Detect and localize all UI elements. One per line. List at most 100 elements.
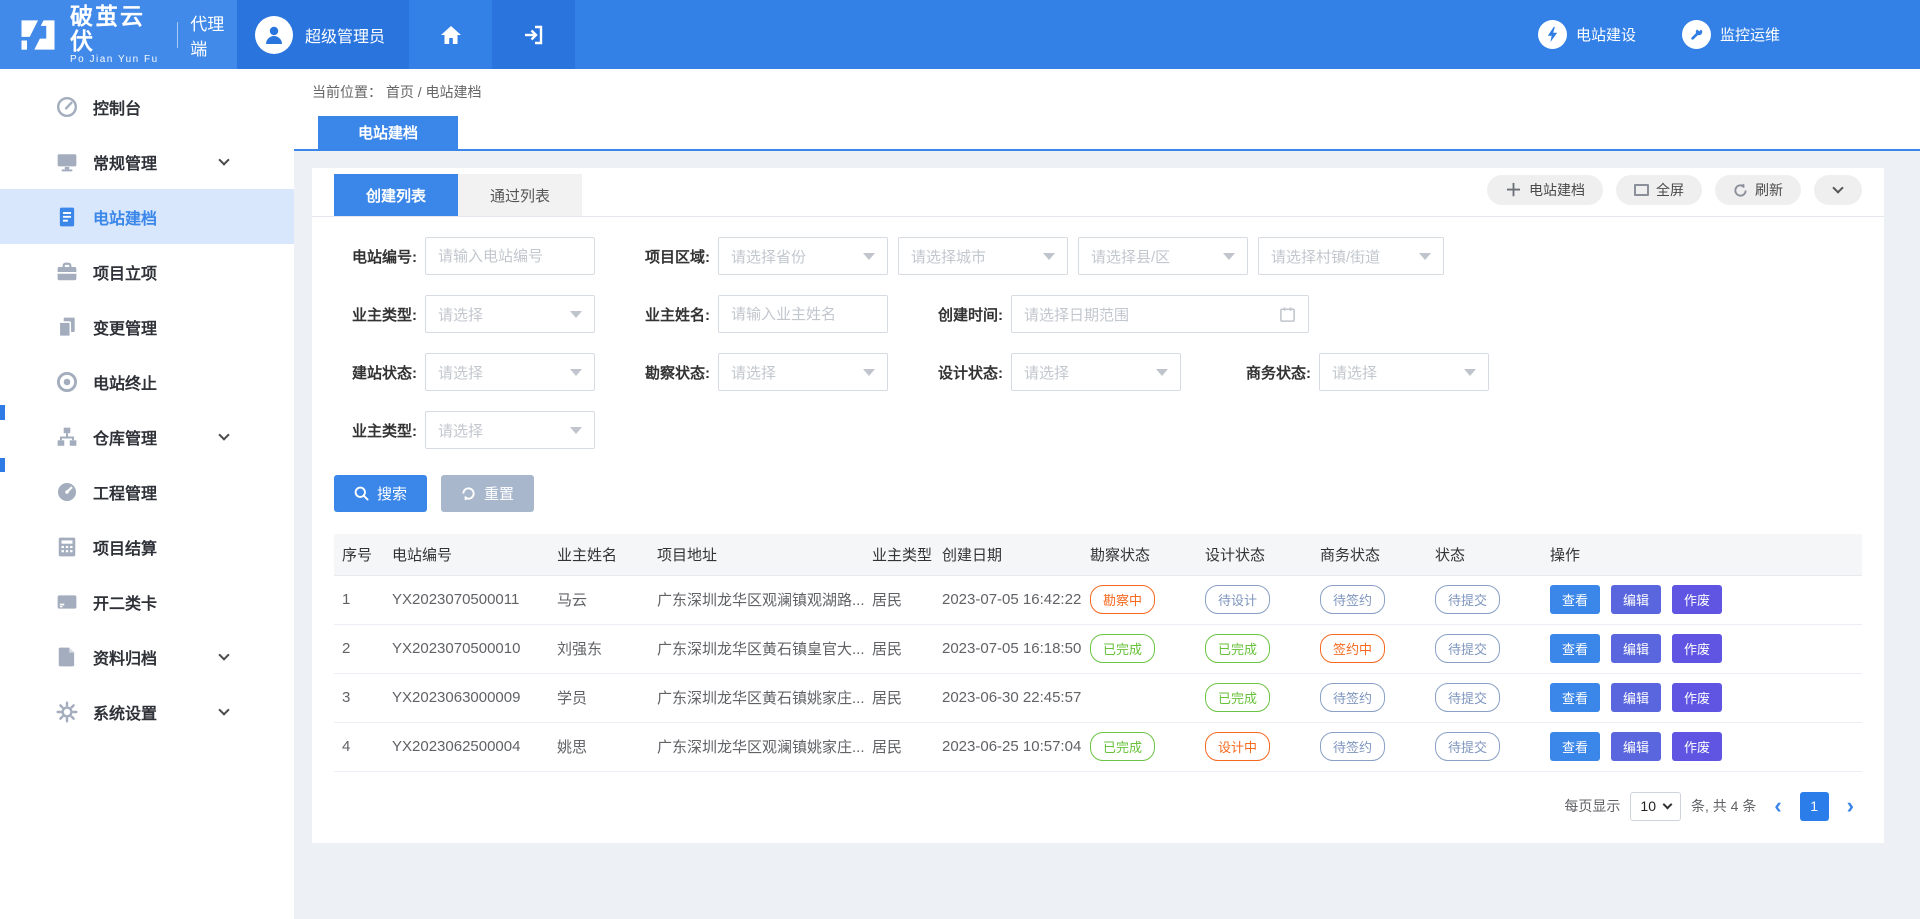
design-status-select[interactable]: 请选择 bbox=[1011, 353, 1181, 391]
sidebar-item-console[interactable]: 控制台 bbox=[0, 79, 294, 134]
cell-station-code: YX2023062500004 bbox=[384, 722, 549, 771]
nav-station-build[interactable]: 电站建设 bbox=[1538, 20, 1636, 49]
sidebar-item-warehouse-mgmt[interactable]: 仓库管理 bbox=[0, 409, 294, 464]
cell-status: 待设计 bbox=[1197, 575, 1312, 624]
fullscreen-button[interactable]: 全屏 bbox=[1616, 175, 1702, 205]
survey-status-badge: 已完成 bbox=[1090, 634, 1155, 663]
chevron-down-icon bbox=[1832, 182, 1843, 193]
station-no-input[interactable] bbox=[425, 237, 595, 275]
status-badge: 待提交 bbox=[1435, 634, 1500, 663]
void-button[interactable]: 作废 bbox=[1672, 683, 1722, 712]
province-select[interactable]: 请选择省份 bbox=[718, 237, 888, 275]
page-tab-station-filing[interactable]: 电站建档 bbox=[318, 116, 458, 149]
void-button[interactable]: 作废 bbox=[1672, 585, 1722, 614]
owner-type-select[interactable]: 请选择 bbox=[425, 295, 595, 333]
logout-button[interactable] bbox=[492, 0, 575, 69]
avatar[interactable] bbox=[255, 16, 293, 54]
sidebar-item-station-filing[interactable]: 电站建档 bbox=[0, 189, 294, 244]
next-page-button[interactable]: › bbox=[1839, 795, 1862, 817]
cell-owner-name: 姚思 bbox=[549, 722, 649, 771]
top-header: 破茧云伏 Po Jian Yun Fu 代理端 超级管理员 bbox=[0, 0, 1920, 69]
caret-down-icon bbox=[1663, 800, 1673, 810]
business-status-badge: 待签约 bbox=[1320, 585, 1385, 614]
survey-status-select[interactable]: 请选择 bbox=[718, 353, 888, 391]
per-page-select[interactable]: 10 bbox=[1630, 792, 1681, 821]
create-station-button[interactable]: ＋ 电站建档 bbox=[1487, 175, 1603, 205]
business-status-select[interactable]: 请选择 bbox=[1319, 353, 1489, 391]
archive-icon bbox=[56, 646, 78, 668]
cell-owner-type: 居民 bbox=[864, 575, 934, 624]
edit-button[interactable]: 编辑 bbox=[1611, 585, 1661, 614]
cell-actions: 查看编辑作废 bbox=[1542, 624, 1862, 673]
gear-icon bbox=[56, 701, 78, 723]
total-count-label: 条, 共 4 条 bbox=[1691, 796, 1756, 816]
edit-button[interactable]: 编辑 bbox=[1611, 634, 1661, 663]
sidebar-item-station-termination[interactable]: 电站终止 bbox=[0, 354, 294, 409]
reset-button[interactable]: 重置 bbox=[441, 475, 534, 512]
void-button[interactable]: 作废 bbox=[1672, 634, 1722, 663]
table-row: 4YX2023062500004姚思广东深圳龙华区观澜镇姚家庄...居民2023… bbox=[334, 722, 1862, 771]
cell-create-date: 2023-07-05 16:42:22 bbox=[934, 575, 1082, 624]
view-button[interactable]: 查看 bbox=[1550, 683, 1600, 712]
cell-create-date: 2023-06-30 22:45:57 bbox=[934, 673, 1082, 722]
cell-address: 广东深圳龙华区黄石镇皇官大... bbox=[649, 624, 864, 673]
sidebar-item-open-card[interactable]: 开二类卡 bbox=[0, 574, 294, 629]
copy-icon bbox=[56, 316, 78, 338]
nav-monitor-ops[interactable]: 监控运维 bbox=[1682, 20, 1780, 49]
cell-status: 待签约 bbox=[1312, 575, 1427, 624]
user-menu[interactable]: 超级管理员 bbox=[237, 0, 409, 69]
collapse-button[interactable] bbox=[1814, 175, 1862, 205]
home-button[interactable] bbox=[409, 0, 492, 69]
content-panel: 创建列表 通过列表 ＋ 电站建档 全屏 bbox=[312, 168, 1884, 843]
view-button[interactable]: 查看 bbox=[1550, 634, 1600, 663]
design-status-badge: 已完成 bbox=[1205, 683, 1270, 712]
city-select[interactable]: 请选择城市 bbox=[898, 237, 1068, 275]
create-time-range-picker[interactable]: 请选择日期范围 bbox=[1011, 295, 1309, 333]
cell-status: 待提交 bbox=[1427, 575, 1542, 624]
edit-button[interactable]: 编辑 bbox=[1611, 683, 1661, 712]
cell-status: 已完成 bbox=[1082, 624, 1197, 673]
column-header: 业主类型 bbox=[864, 534, 934, 575]
sidebar-item-system-settings[interactable]: 系统设置 bbox=[0, 684, 294, 739]
tab-create-list[interactable]: 创建列表 bbox=[334, 174, 458, 216]
filter-form: 电站编号: 项目区域: 请选择省份 请选择城市 请选择县/区 请选择村镇/街道 bbox=[312, 217, 1884, 449]
column-header: 状态 bbox=[1427, 534, 1542, 575]
monitor-icon bbox=[56, 151, 78, 173]
sidebar-item-project-initiation[interactable]: 项目立项 bbox=[0, 244, 294, 299]
pagination: 每页显示 10 条, 共 4 条 ‹ 1 › bbox=[334, 792, 1862, 821]
build-status-select[interactable]: 请选择 bbox=[425, 353, 595, 391]
prev-page-button[interactable]: ‹ bbox=[1766, 795, 1789, 817]
sidebar-item-project-settlement[interactable]: 项目结算 bbox=[0, 519, 294, 574]
chevron-down-icon bbox=[218, 154, 229, 165]
sidebar-item-engineering-mgmt[interactable]: 工程管理 bbox=[0, 464, 294, 519]
cell-address: 广东深圳龙华区黄石镇姚家庄... bbox=[649, 673, 864, 722]
street-select[interactable]: 请选择村镇/街道 bbox=[1258, 237, 1444, 275]
owner-type2-select[interactable]: 请选择 bbox=[425, 411, 595, 449]
sidebar: 控制台 常规管理 电站建档 项目立项 变更管理 bbox=[0, 69, 294, 919]
document-icon bbox=[56, 206, 78, 228]
user-icon bbox=[262, 23, 286, 47]
caret-down-icon bbox=[570, 311, 582, 318]
current-page-button[interactable]: 1 bbox=[1800, 792, 1829, 821]
sidebar-item-change-mgmt[interactable]: 变更管理 bbox=[0, 299, 294, 354]
caret-down-icon bbox=[1156, 369, 1168, 376]
view-button[interactable]: 查看 bbox=[1550, 732, 1600, 761]
view-button[interactable]: 查看 bbox=[1550, 585, 1600, 614]
search-button[interactable]: 搜索 bbox=[334, 475, 427, 512]
station-table: 序号电站编号业主姓名项目地址业主类型创建日期勘察状态设计状态商务状态状态操作 1… bbox=[334, 534, 1862, 772]
brand-side-label: 代理端 bbox=[190, 10, 237, 60]
district-select[interactable]: 请选择县/区 bbox=[1078, 237, 1248, 275]
caret-down-icon bbox=[863, 369, 875, 376]
owner-name-input[interactable] bbox=[718, 295, 888, 333]
column-header: 创建日期 bbox=[934, 534, 1082, 575]
caret-down-icon bbox=[1464, 369, 1476, 376]
void-button[interactable]: 作废 bbox=[1672, 732, 1722, 761]
tab-passed-list[interactable]: 通过列表 bbox=[458, 174, 582, 216]
design-status-badge: 设计中 bbox=[1205, 732, 1270, 761]
sidebar-item-document-archive[interactable]: 资料归档 bbox=[0, 629, 294, 684]
refresh-button[interactable]: 刷新 bbox=[1715, 175, 1801, 205]
cell-status: 待签约 bbox=[1312, 673, 1427, 722]
cell-index: 2 bbox=[334, 624, 384, 673]
edit-button[interactable]: 编辑 bbox=[1611, 732, 1661, 761]
sidebar-item-general-mgmt[interactable]: 常规管理 bbox=[0, 134, 294, 189]
